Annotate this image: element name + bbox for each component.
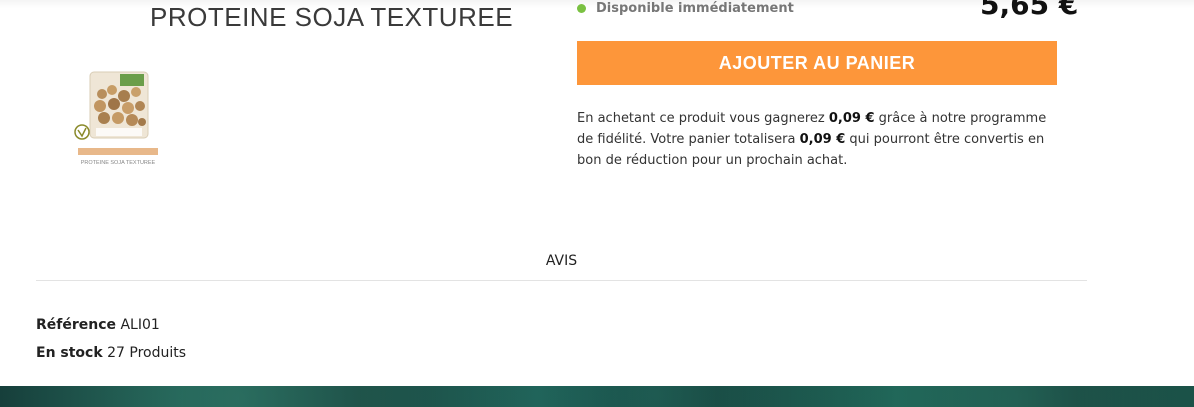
availability-label: Disponible immédiatement — [596, 1, 794, 16]
reference-label: Référence — [36, 317, 117, 333]
stock-row: En stock 27 Produits — [36, 339, 186, 367]
thumbnail-caption: PROTEINE SOJA TEXTUREE — [81, 160, 156, 166]
reference-value: ALI01 — [120, 317, 160, 333]
loyalty-message: En achetant ce produit vous gagnerez 0,0… — [577, 108, 1047, 171]
product-thumbnail-image: PROTEINE SOJA TEXTUREE — [74, 71, 158, 166]
loyalty-text-1: En achetant ce produit vous gagnerez — [577, 111, 829, 126]
stock-label: En stock — [36, 345, 103, 361]
product-tabs: AVIS — [36, 248, 1087, 281]
footer-background — [0, 386, 1194, 407]
available-dot-icon — [577, 4, 586, 13]
stock-value: 27 Produits — [107, 345, 187, 361]
product-title: PROTEINE SOJA TEXTUREE — [150, 2, 514, 32]
product-details: Référence ALI01 En stock 27 Produits — [36, 311, 186, 367]
product-thumbnail[interactable]: PROTEINE SOJA TEXTUREE — [72, 66, 164, 166]
product-price: 5,65 € — [980, 0, 1079, 21]
tab-avis[interactable]: AVIS — [36, 253, 1087, 269]
add-to-cart-button[interactable]: AJOUTER AU PANIER — [577, 41, 1057, 85]
availability-status: Disponible immédiatement — [577, 1, 794, 16]
reference-row: Référence ALI01 — [36, 311, 186, 339]
loyalty-points-1: 0,09 € — [828, 111, 875, 126]
loyalty-points-2: 0,09 € — [799, 132, 846, 147]
